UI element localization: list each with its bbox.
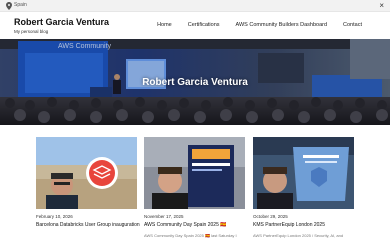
post-date: February 10, 2026 bbox=[36, 214, 73, 219]
post-list: February 10, 2026 Barcelona Databricks U… bbox=[36, 137, 354, 240]
post-card[interactable]: October 29, 2025 KMS PartnerEquip London… bbox=[253, 137, 354, 238]
map-pin-icon bbox=[6, 2, 12, 10]
nav-aws-community-builders-dashboard[interactable]: AWS Community Builders Dashboard bbox=[228, 22, 336, 28]
post-title[interactable]: Barcelona Databricks User Group inaugura… bbox=[36, 222, 140, 228]
post-title[interactable]: KMS PartnerEquip London 2025 bbox=[253, 222, 325, 228]
post-thumbnail[interactable] bbox=[253, 137, 354, 209]
nav-home[interactable]: Home bbox=[149, 22, 180, 28]
main-nav: Home Certifications AWS Community Builde… bbox=[149, 22, 370, 28]
post-excerpt: AWS PartnerEquip London 2025 / Security,… bbox=[253, 233, 344, 238]
site-header: Robert Garcia Ventura My personal blog H… bbox=[0, 12, 390, 39]
top-bar: Spain × bbox=[0, 0, 390, 12]
post-card[interactable]: February 10, 2026 Barcelona Databricks U… bbox=[36, 137, 140, 228]
post-card[interactable]: November 17, 2025 AWS Community Day Spai… bbox=[144, 137, 245, 238]
post-date: November 17, 2025 bbox=[144, 214, 184, 219]
site-tagline: My personal blog bbox=[14, 29, 49, 34]
location-label: Spain bbox=[14, 2, 27, 8]
hero-title: Robert Garcia Ventura bbox=[142, 77, 248, 88]
hero-banner: AWS Community Robert Garcia Ventura bbox=[0, 39, 390, 125]
post-thumbnail[interactable] bbox=[36, 137, 137, 209]
nav-contact[interactable]: Contact bbox=[335, 22, 370, 28]
nav-certifications[interactable]: Certifications bbox=[180, 22, 228, 28]
close-icon[interactable]: × bbox=[379, 1, 384, 11]
post-title[interactable]: AWS Community Day Spain 2025 🇪🇸 bbox=[144, 222, 226, 228]
post-excerpt: AWS Community Day Spain 2025 🇪🇸 last Sat… bbox=[144, 233, 237, 238]
site-title[interactable]: Robert Garcia Ventura bbox=[14, 17, 109, 27]
post-date: October 29, 2025 bbox=[253, 214, 288, 219]
post-thumbnail[interactable] bbox=[144, 137, 245, 209]
